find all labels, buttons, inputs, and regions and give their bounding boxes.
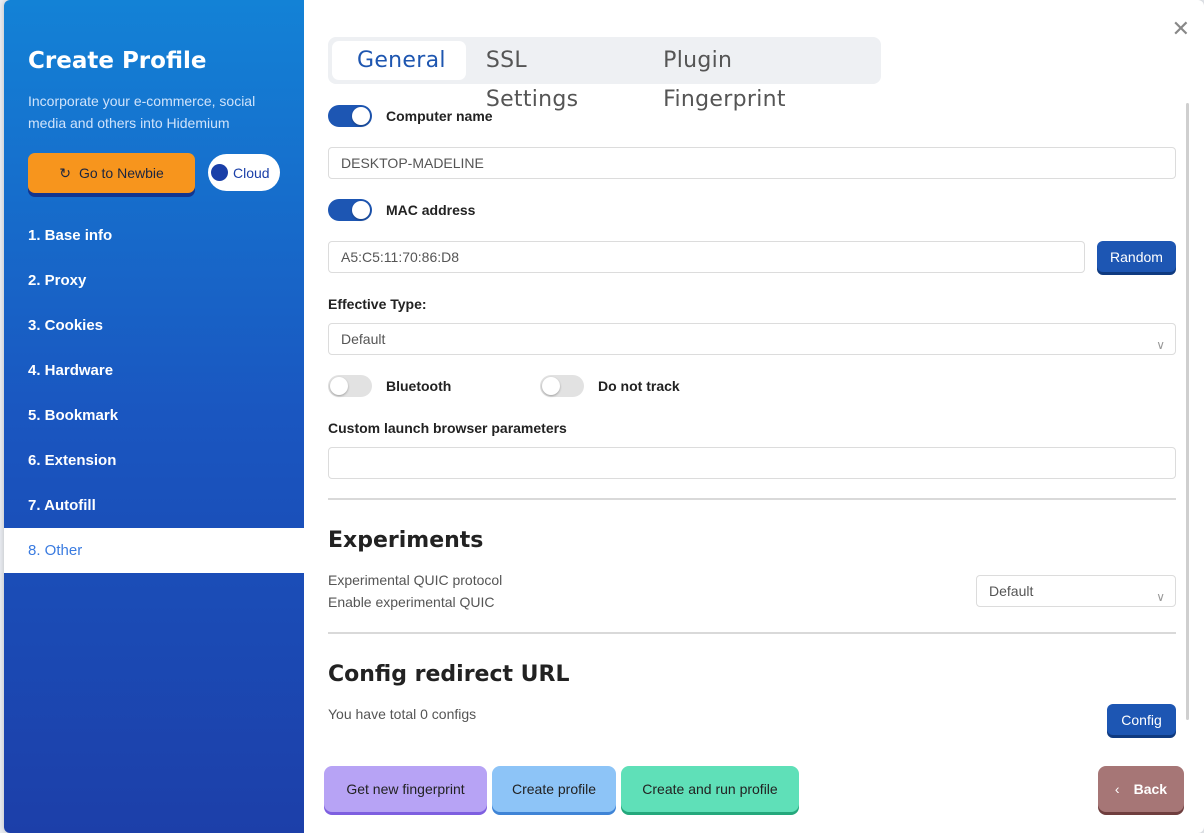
back-label: Back [1133,781,1168,797]
scrollbar[interactable] [1186,103,1189,720]
sidebar-item-hardware[interactable]: 4. Hardware [4,348,304,393]
toggle-knob [542,377,560,395]
toggle-knob [352,107,370,125]
divider [328,632,1176,634]
sidebar: Create Profile Incorporate your e-commer… [4,0,304,833]
get-new-fingerprint-button[interactable]: Get new fingerprint [324,766,487,812]
config-button[interactable]: Config [1107,704,1176,735]
quic-select[interactable]: Default ∨ [976,575,1176,607]
redirect-count-text: You have total 0 configs [328,706,477,722]
toggle-knob [352,201,370,219]
computer-name-label: Computer name [386,108,493,124]
create-and-run-profile-button[interactable]: Create and run profile [621,766,799,812]
mac-address-toggle[interactable] [328,199,372,221]
do-not-track-toggle[interactable] [540,375,584,397]
go-to-newbie-button[interactable]: ↻ Go to Newbie [28,153,195,193]
refresh-icon: ↻ [59,164,71,181]
tab-general[interactable]: General [332,41,466,80]
chevron-down-icon: ∨ [1156,338,1165,352]
bluetooth-toggle[interactable] [328,375,372,397]
redirect-title: Config redirect URL [328,662,570,687]
cloud-toggle-knob [211,164,228,181]
tab-bar: General SSL Settings Plugin Fingerprint [328,37,881,112]
bluetooth-label: Bluetooth [386,378,452,394]
chevron-down-icon: ∨ [1156,590,1165,604]
go-to-newbie-label: Go to Newbie [78,165,164,181]
sidebar-item-extension[interactable]: 6. Extension [4,438,304,483]
back-button[interactable]: ‹ Back [1098,766,1184,812]
mac-address-label: MAC address [386,202,476,218]
sidebar-item-proxy[interactable]: 2. Proxy [4,258,304,303]
effective-type-label: Effective Type: [328,296,427,312]
computer-name-input[interactable]: DESKTOP-MADELINE [328,147,1176,179]
cloud-label: Cloud [233,164,270,181]
divider [328,498,1176,500]
effective-type-value: Default [341,331,386,347]
create-profile-modal: Create Profile Incorporate your e-commer… [4,0,1204,833]
tab-plugin-fingerprint[interactable]: Plugin Fingerprint [643,41,877,112]
sidebar-title: Create Profile [28,48,207,74]
quic-protocol-label: Experimental QUIC protocol [328,572,503,588]
create-profile-button[interactable]: Create profile [492,766,616,812]
close-icon[interactable]: ✕ [1172,18,1190,40]
sidebar-item-bookmark[interactable]: 5. Bookmark [4,393,304,438]
do-not-track-label: Do not track [598,378,680,394]
sidebar-item-autofill[interactable]: 7. Autofill [4,483,304,528]
computer-name-toggle[interactable] [328,105,372,127]
random-mac-button[interactable]: Random [1097,241,1176,272]
experiments-title: Experiments [328,528,484,553]
custom-params-label: Custom launch browser parameters [328,420,567,436]
sidebar-subtitle: Incorporate your e-commerce, social medi… [28,93,256,131]
quic-enable-label: Enable experimental QUIC [328,594,495,610]
sidebar-item-cookies[interactable]: 3. Cookies [4,303,304,348]
cloud-toggle[interactable]: Cloud [208,154,280,191]
toggle-knob [330,377,348,395]
sidebar-item-base-info[interactable]: 1. Base info [4,213,304,258]
sidebar-nav: 1. Base info 2. Proxy 3. Cookies 4. Hard… [4,213,304,573]
chevron-left-icon: ‹ [1114,781,1120,797]
quic-value: Default [989,583,1034,599]
sidebar-item-other[interactable]: 8. Other [4,528,304,573]
tab-ssl-settings[interactable]: SSL Settings [466,41,643,112]
mac-address-input[interactable]: A5:C5:11:70:86:D8 [328,241,1085,273]
effective-type-select[interactable]: Default ∨ [328,323,1176,355]
custom-params-input[interactable] [328,447,1176,479]
